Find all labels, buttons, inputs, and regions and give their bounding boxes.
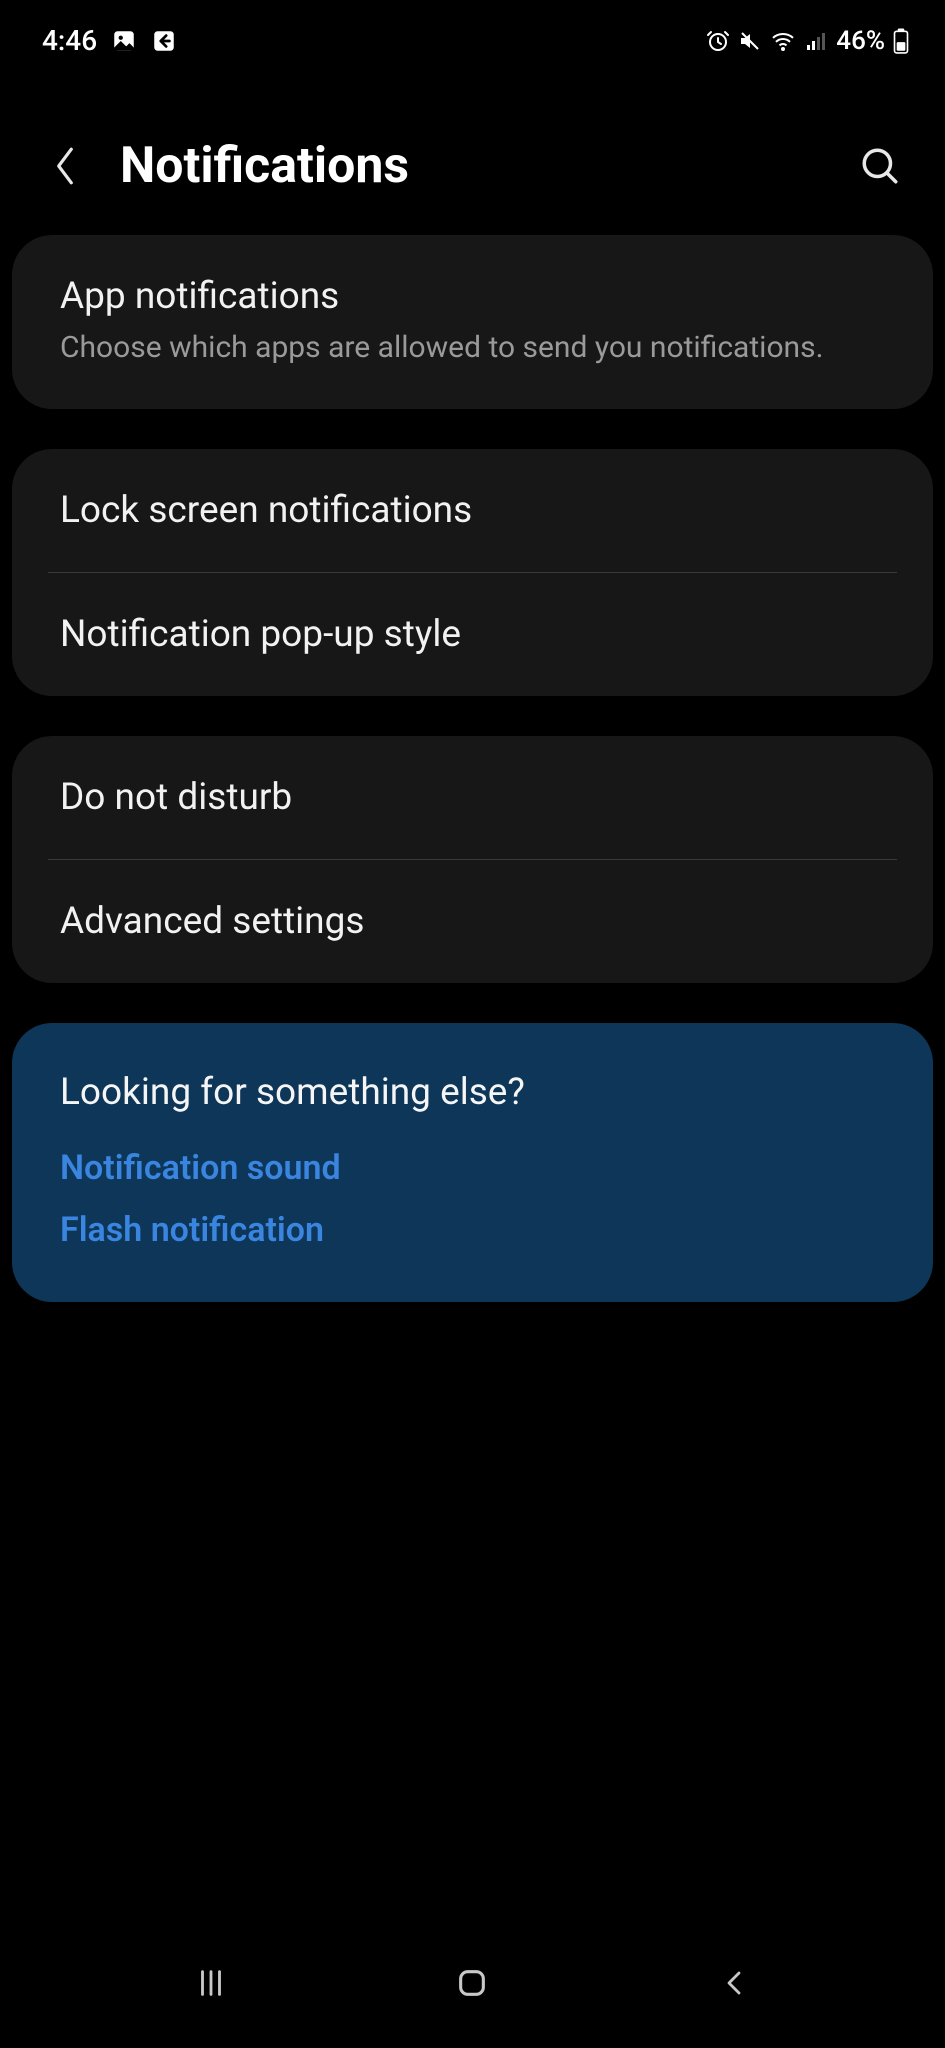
battery-icon xyxy=(893,28,909,54)
battery-text: 46% xyxy=(836,26,885,56)
item-do-not-disturb[interactable]: Do not disturb xyxy=(12,736,933,859)
notification-app-icon xyxy=(151,28,177,54)
suggestion-card: Looking for something else? Notification… xyxy=(12,1023,933,1302)
item-title: Advanced settings xyxy=(60,900,885,943)
back-button[interactable] xyxy=(40,141,90,191)
alarm-icon xyxy=(706,29,730,53)
wifi-icon xyxy=(770,29,796,53)
item-title: Notification pop-up style xyxy=(60,613,885,656)
link-flash-notification[interactable]: Flash notification xyxy=(60,1210,885,1250)
android-nav-bar xyxy=(0,1938,945,2048)
nav-recents-button[interactable] xyxy=(171,1953,251,2013)
content: App notifications Choose which apps are … xyxy=(0,235,945,1302)
status-right: 46% xyxy=(706,26,909,56)
item-app-notifications[interactable]: App notifications Choose which apps are … xyxy=(12,235,933,409)
status-bar: 4:46 46% xyxy=(0,0,945,67)
status-left: 4:46 xyxy=(42,24,177,57)
card-dnd: Do not disturb Advanced settings xyxy=(12,736,933,983)
mute-icon xyxy=(738,29,762,53)
item-title: App notifications xyxy=(60,275,885,318)
nav-home-button[interactable] xyxy=(432,1953,512,2013)
gallery-icon xyxy=(111,28,137,54)
item-lock-screen-notifications[interactable]: Lock screen notifications xyxy=(12,449,933,572)
nav-back-button[interactable] xyxy=(694,1953,774,2013)
status-time: 4:46 xyxy=(42,24,97,57)
suggestion-title: Looking for something else? xyxy=(60,1071,885,1114)
signal-icon xyxy=(804,29,828,53)
header: Notifications xyxy=(0,67,945,235)
item-title: Lock screen notifications xyxy=(60,489,885,532)
card-lockscreen: Lock screen notifications Notification p… xyxy=(12,449,933,696)
search-button[interactable] xyxy=(855,141,905,191)
item-notification-popup-style[interactable]: Notification pop-up style xyxy=(12,573,933,696)
item-subtitle: Choose which apps are allowed to send yo… xyxy=(60,328,885,369)
link-notification-sound[interactable]: Notification sound xyxy=(60,1148,885,1188)
page-title: Notifications xyxy=(120,137,825,195)
item-advanced-settings[interactable]: Advanced settings xyxy=(12,860,933,983)
card-app-notifications: App notifications Choose which apps are … xyxy=(12,235,933,409)
item-title: Do not disturb xyxy=(60,776,885,819)
